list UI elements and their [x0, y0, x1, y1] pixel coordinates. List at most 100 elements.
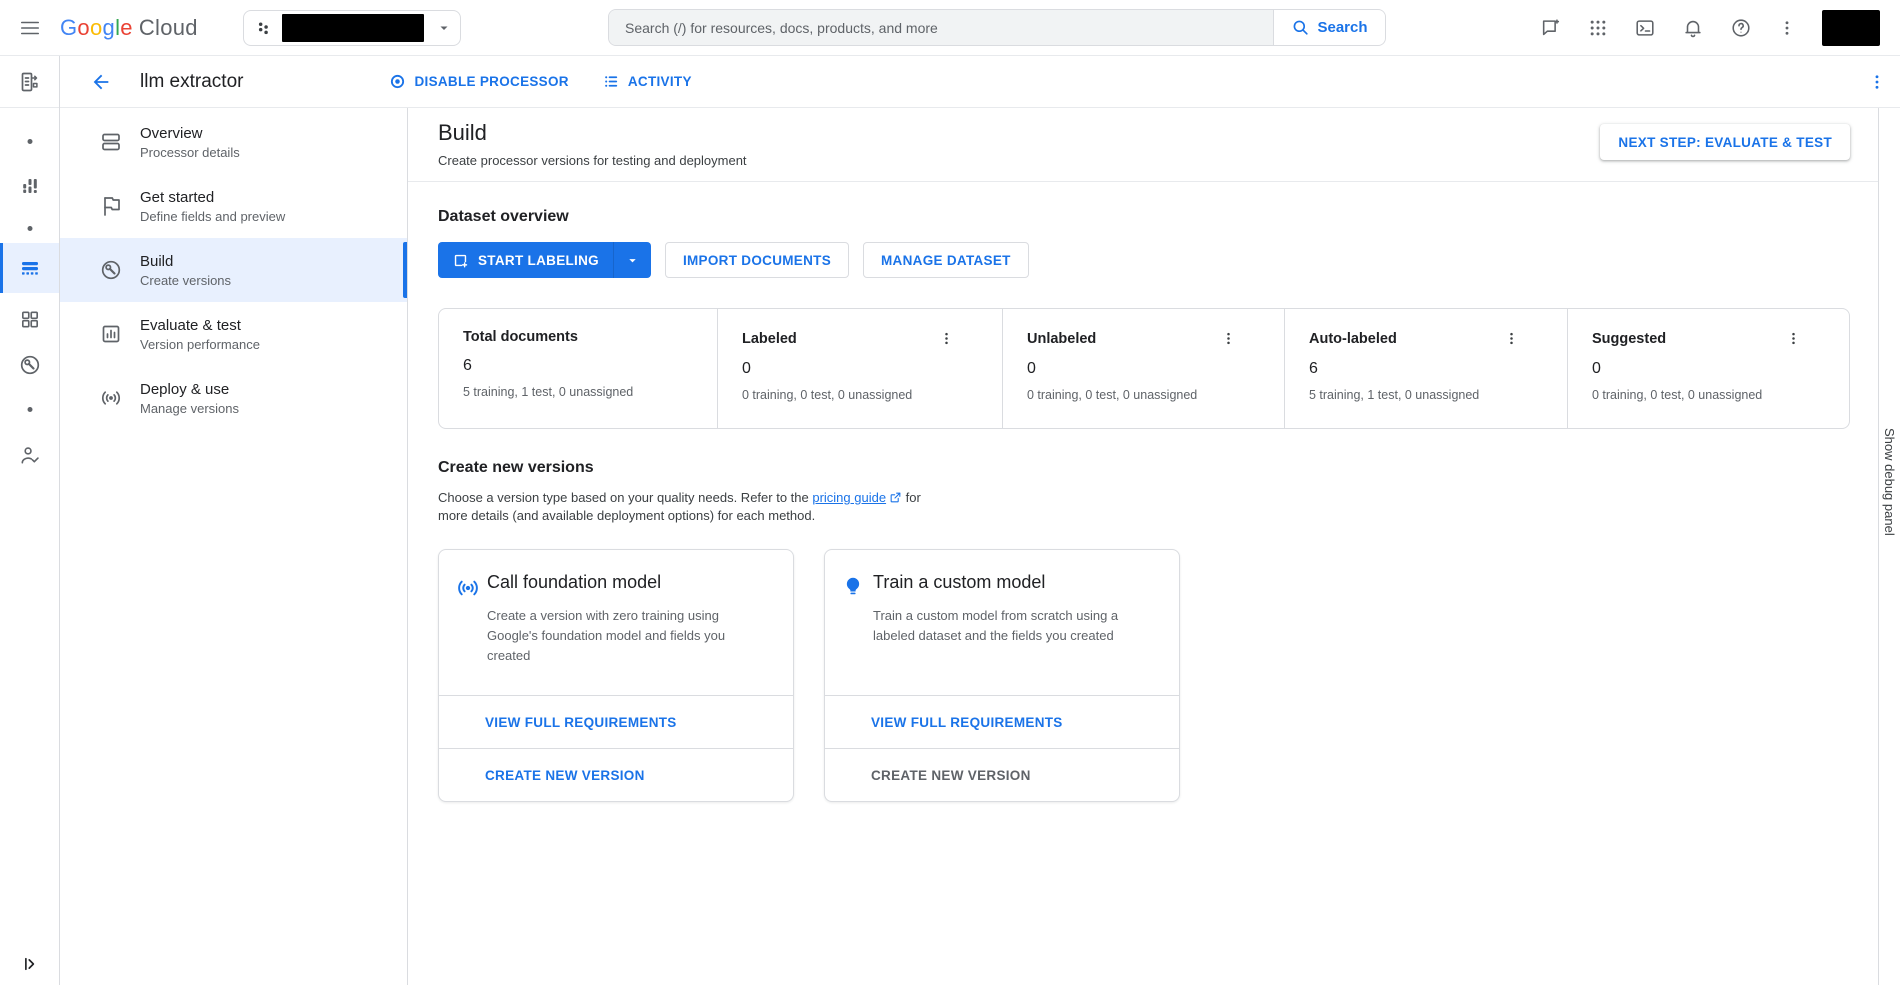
logo-letter: g [103, 15, 116, 41]
view-full-requirements-button[interactable]: VIEW FULL REQUIREMENTS [439, 695, 793, 748]
kebab-icon [939, 331, 954, 346]
stat-menu-button[interactable] [937, 329, 956, 348]
rail-product-slot [0, 56, 59, 108]
view-full-requirements-button[interactable]: VIEW FULL REQUIREMENTS [825, 695, 1179, 748]
project-selector[interactable] [243, 10, 461, 46]
kebab-icon [1504, 331, 1519, 346]
stat-unlabeled: Unlabeled 0 0 training, 0 test, 0 unassi… [1002, 309, 1284, 428]
foundation-model-card: Call foundation model Create a version w… [438, 549, 794, 802]
search-icon [1291, 18, 1310, 37]
activity-label: ACTIVITY [628, 74, 692, 89]
stat-value: 0 [1592, 360, 1825, 378]
label-frame-icon [452, 252, 469, 269]
debug-panel-toggle[interactable]: Show debug panel [1878, 108, 1900, 985]
nav-rail [0, 56, 60, 985]
hamburger-icon [19, 17, 41, 39]
card-description: Train a custom model from scratch using … [873, 606, 1153, 646]
stat-value: 0 [1027, 360, 1260, 378]
back-button[interactable] [90, 71, 112, 93]
rail-dashboard-item[interactable] [18, 308, 41, 331]
rail-bullet-item[interactable] [27, 139, 32, 144]
apps-grid-button[interactable] [1588, 18, 1608, 38]
search-input[interactable] [609, 10, 1273, 45]
card-title: Train a custom model [873, 572, 1153, 593]
bullet-icon [27, 407, 32, 412]
processor-sidebar: Overview Processor details Get started D… [60, 108, 408, 985]
next-step-button[interactable]: NEXT STEP: EVALUATE & TEST [1600, 124, 1850, 160]
bar-chart-icon [99, 322, 123, 346]
bell-icon [1682, 17, 1704, 39]
sidebar-item-label: Deploy & use [140, 381, 239, 398]
stat-menu-button[interactable] [1502, 329, 1521, 348]
sidebar-item-get-started[interactable]: Get started Define fields and preview [60, 174, 407, 238]
dataset-overview-heading: Dataset overview [438, 208, 1850, 226]
main-column: llm extractor DISABLE PROCESSOR ACTIVITY… [60, 56, 1900, 985]
create-versions-heading: Create new versions [438, 459, 1850, 477]
document-ai-icon[interactable] [18, 70, 42, 94]
custom-model-card: Train a custom model Train a custom mode… [824, 549, 1180, 802]
sidebar-item-build[interactable]: Build Create versions [60, 238, 407, 302]
description-text: Choose a version type based on your qual… [438, 490, 812, 505]
sidebar-item-label: Overview [140, 125, 240, 142]
expand-rail-button[interactable] [21, 955, 39, 973]
activity-button[interactable]: ACTIVITY [603, 73, 692, 90]
menu-icon[interactable] [0, 17, 60, 39]
rail-build-item[interactable] [18, 353, 42, 377]
help-button[interactable] [1730, 17, 1752, 39]
stat-value: 0 [742, 360, 978, 378]
flag-icon [99, 194, 123, 218]
pricing-guide-link[interactable]: pricing guide [812, 490, 886, 505]
sidebar-item-deploy-use[interactable]: Deploy & use Manage versions [60, 366, 407, 430]
notifications-button[interactable] [1682, 17, 1704, 39]
rail-dataset-item-selected[interactable] [0, 243, 59, 293]
apps-grid-icon [1588, 18, 1608, 38]
page-title: Build [438, 120, 747, 146]
manage-dataset-button[interactable]: MANAGE DATASET [863, 242, 1029, 278]
stat-label: Suggested [1592, 331, 1666, 347]
wrench-circle-icon [99, 258, 123, 282]
external-link-icon [889, 491, 902, 504]
workspace: Overview Processor details Get started D… [60, 108, 1900, 985]
account-avatar-redacted[interactable] [1822, 10, 1880, 46]
disable-processor-button[interactable]: DISABLE PROCESSOR [389, 73, 568, 90]
stat-detail: 0 training, 0 test, 0 unassigned [742, 388, 978, 402]
back-arrow-icon [90, 71, 112, 93]
card-title: Call foundation model [487, 572, 767, 593]
start-labeling-button[interactable]: START LABELING [438, 242, 651, 278]
sidebar-item-label: Get started [140, 189, 285, 206]
activity-list-icon [603, 73, 620, 90]
kebab-icon [1786, 331, 1801, 346]
sidebar-item-overview[interactable]: Overview Processor details [60, 110, 407, 174]
stat-suggested: Suggested 0 0 training, 0 test, 0 unassi… [1567, 309, 1849, 428]
rail-bullet-item[interactable] [27, 407, 32, 412]
create-new-version-button[interactable]: CREATE NEW VERSION [439, 748, 793, 801]
card-description: Create a version with zero training usin… [487, 606, 767, 666]
rail-bullet-item[interactable] [27, 226, 32, 231]
cloud-shell-button[interactable] [1634, 17, 1656, 39]
stat-menu-button[interactable] [1219, 329, 1238, 348]
content-area: Build Create processor versions for test… [408, 108, 1878, 985]
more-options-button[interactable] [1778, 19, 1796, 37]
stat-label: Unlabeled [1027, 331, 1096, 347]
chevron-down-icon [438, 22, 450, 34]
import-documents-button[interactable]: IMPORT DOCUMENTS [665, 242, 849, 278]
broadcast-icon [99, 386, 123, 410]
processor-more-button[interactable] [1868, 73, 1886, 91]
stat-value: 6 [463, 357, 693, 375]
rail-permissions-item[interactable] [18, 444, 41, 467]
debug-panel-label: Show debug panel [1882, 428, 1897, 985]
logo-letter: e [120, 15, 133, 41]
stat-label: Auto-labeled [1309, 331, 1397, 347]
kebab-icon [1221, 331, 1236, 346]
search-button[interactable]: Search [1273, 10, 1385, 45]
start-labeling-dropdown[interactable] [613, 242, 651, 278]
kebab-icon [1868, 73, 1886, 91]
stat-auto-labeled: Auto-labeled 6 5 training, 1 test, 0 una… [1284, 309, 1567, 428]
sidebar-item-evaluate-test[interactable]: Evaluate & test Version performance [60, 302, 407, 366]
overview-icon [99, 130, 123, 154]
rail-tune-item[interactable] [18, 174, 42, 198]
stat-menu-button[interactable] [1784, 329, 1803, 348]
feedback-button[interactable] [1540, 17, 1562, 39]
google-cloud-logo[interactable]: Google Cloud [60, 15, 198, 41]
feedback-icon [1540, 17, 1562, 39]
